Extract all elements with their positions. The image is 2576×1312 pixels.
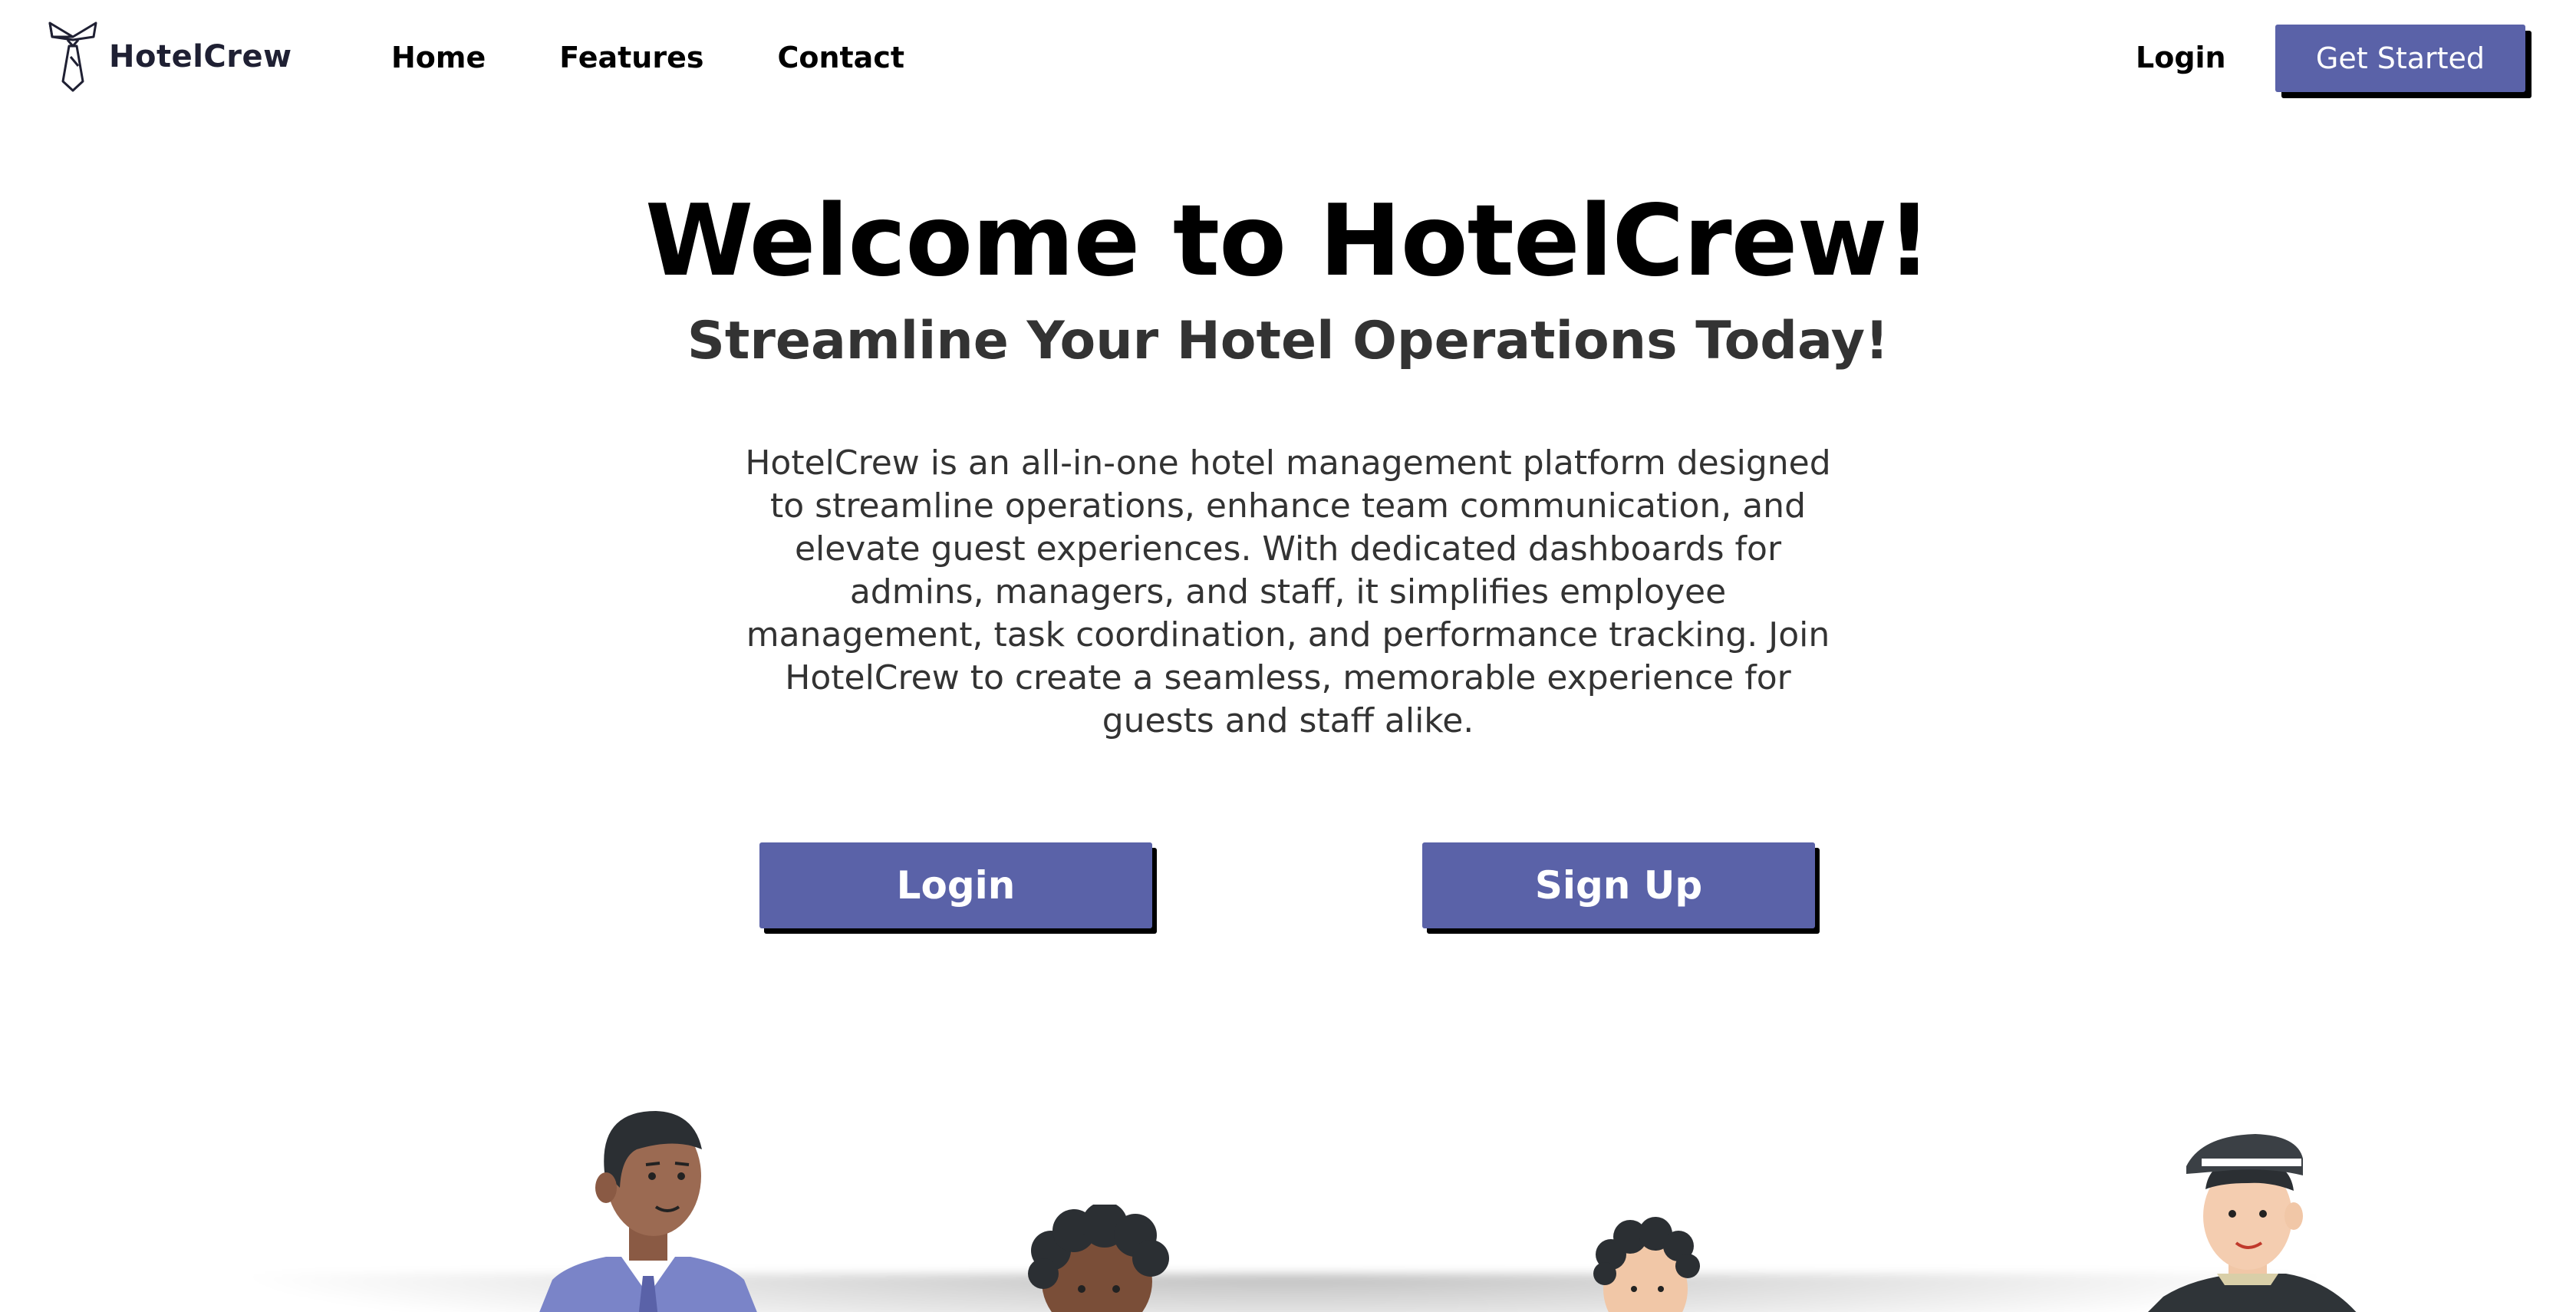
- hero-login-button[interactable]: Login: [759, 842, 1152, 928]
- nav-login-link[interactable]: Login: [2136, 37, 2226, 78]
- nav-link-features[interactable]: Features: [559, 37, 703, 78]
- businessman-illustration: [539, 1111, 757, 1312]
- staff-illustration: [0, 1059, 2576, 1312]
- hero-subtitle: Streamline Your Hotel Operations Today!: [687, 311, 1889, 371]
- curly-hair-boy-illustration: [1593, 1217, 1700, 1312]
- brand-name: HotelCrew: [109, 39, 292, 74]
- navbar: HotelCrew Home Features Contact Login Ge…: [0, 0, 2576, 115]
- hero-signup-button[interactable]: Sign Up: [1422, 842, 1815, 928]
- landing-page: HotelCrew Home Features Contact Login Ge…: [0, 0, 2576, 1312]
- brand-logo[interactable]: HotelCrew: [48, 20, 292, 94]
- bowtie-tie-icon: [48, 21, 97, 92]
- hero-title: Welcome to HotelCrew!: [645, 184, 1932, 298]
- primary-nav: Home Features Contact: [391, 37, 978, 78]
- curly-hair-staff-illustration: [1028, 1205, 1169, 1312]
- nav-link-home[interactable]: Home: [391, 37, 486, 78]
- hero-description: HotelCrew is an all-in-one hotel managem…: [745, 443, 1831, 740]
- nav-link-contact[interactable]: Contact: [777, 37, 904, 78]
- bellhop-illustration: [2148, 1134, 2357, 1312]
- get-started-button[interactable]: Get Started: [2275, 25, 2525, 92]
